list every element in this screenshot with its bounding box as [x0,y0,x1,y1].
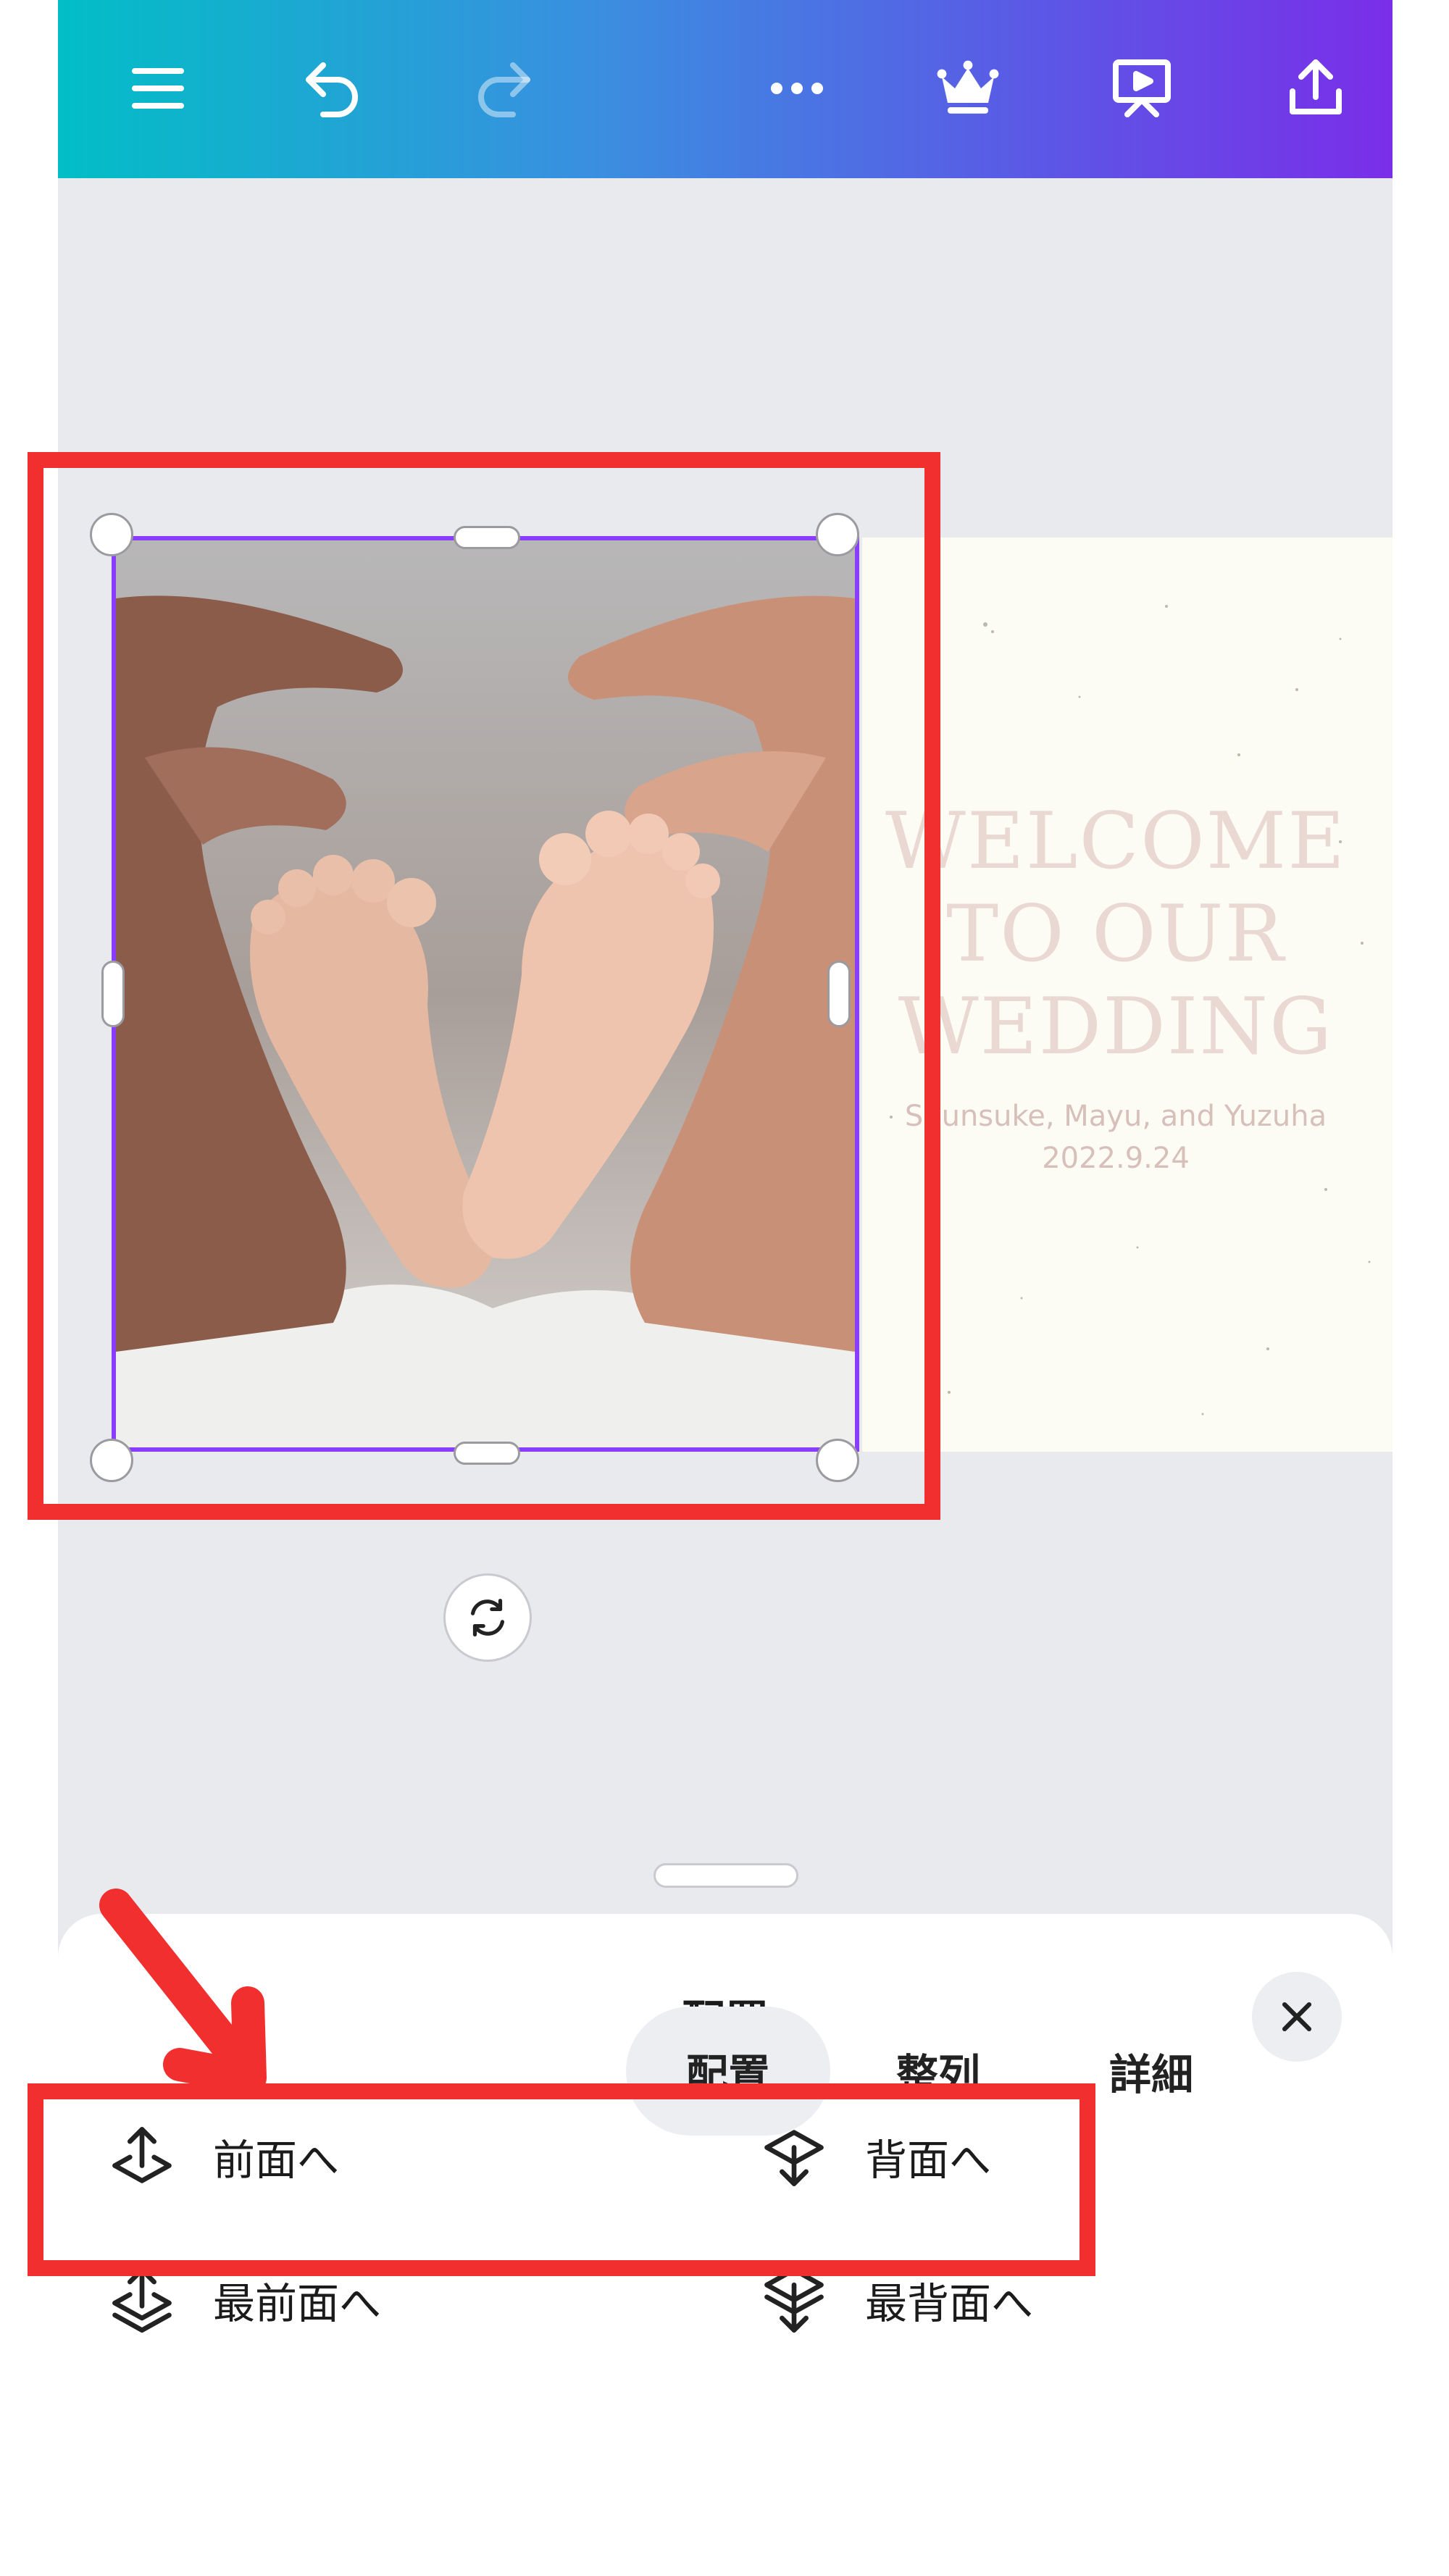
highlight-box-options [28,2083,1095,2276]
menu-icon[interactable] [114,45,201,132]
send-to-back-label: 最背面へ [865,2279,1034,2328]
crown-icon[interactable] [924,45,1011,132]
top-toolbar [58,0,1392,178]
highlight-box-photo [28,452,940,1520]
share-icon[interactable] [1272,45,1359,132]
present-icon[interactable] [1098,45,1185,132]
red-arrow-icon [99,1889,267,2094]
rotate-icon [470,1599,505,1636]
rotate-button[interactable] [443,1573,532,1662]
undo-icon[interactable] [288,45,375,132]
sheet-drag-handle[interactable] [653,1863,798,1888]
close-button[interactable] [1252,1972,1342,2062]
close-icon [1282,2002,1312,2032]
bring-to-front-label: 最前面へ [213,2279,382,2328]
redo-icon[interactable] [461,45,548,132]
more-icon[interactable] [753,45,840,132]
